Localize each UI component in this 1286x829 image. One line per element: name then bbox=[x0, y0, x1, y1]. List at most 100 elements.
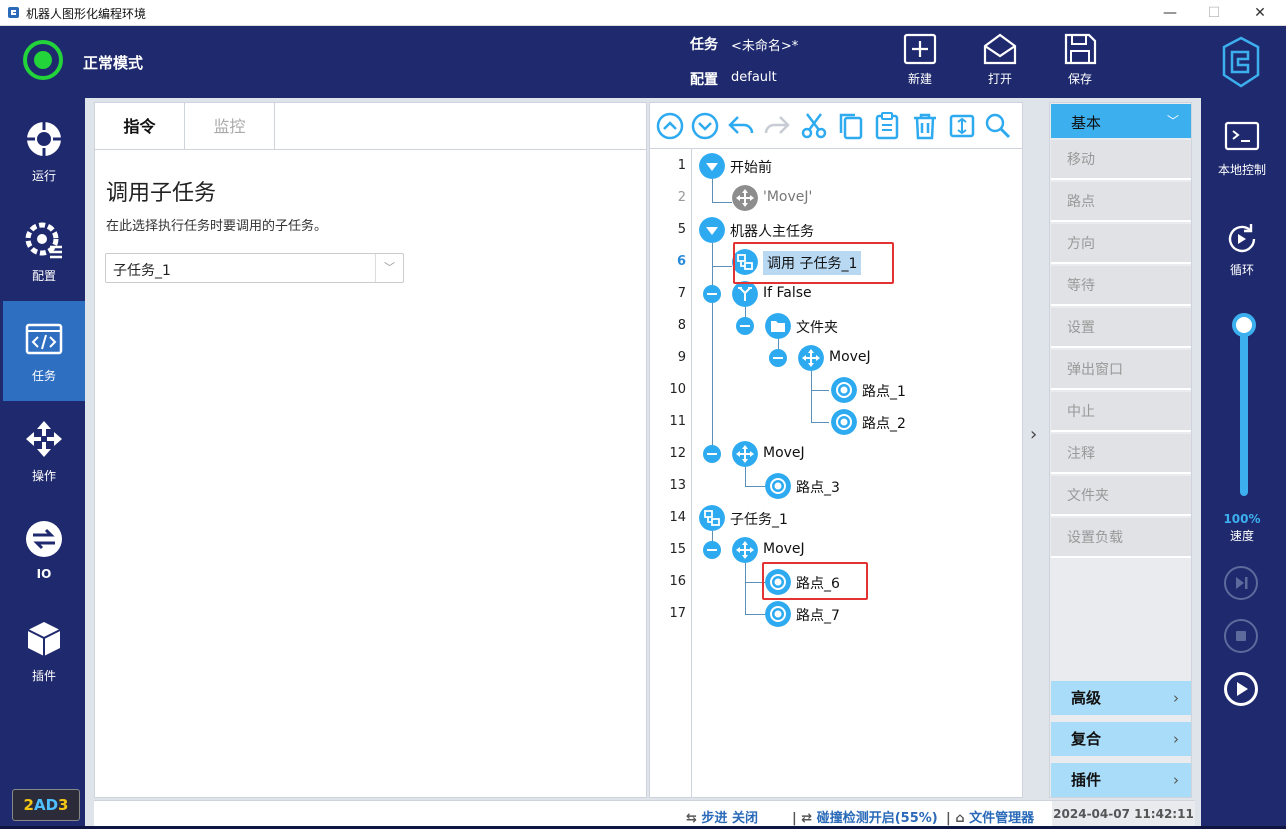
category-item-wait[interactable]: 等待 bbox=[1051, 266, 1191, 306]
app-header: 正常模式 任务 <未命名>* 配置 default 新建 打开 保存 bbox=[0, 26, 1286, 98]
tree-node-label: MoveJ bbox=[763, 445, 805, 461]
collapse-toggle[interactable] bbox=[736, 317, 754, 335]
nav-run[interactable]: 运行 bbox=[3, 101, 85, 201]
tree-node-label: 路点_2 bbox=[862, 416, 906, 432]
config-name: default bbox=[731, 70, 777, 85]
category-item-set[interactable]: 设置 bbox=[1051, 308, 1191, 348]
line-number: 12 bbox=[669, 446, 686, 461]
save-label: 保存 bbox=[1067, 72, 1092, 86]
speed-slider-track[interactable] bbox=[1240, 321, 1248, 496]
delete-icon[interactable] bbox=[910, 111, 940, 141]
category-basic-header[interactable]: 基本 ﹀ bbox=[1051, 104, 1191, 138]
highlight-box bbox=[733, 242, 894, 284]
left-nav: 运行 配置 任务 操作 IO 插件 2AD3 bbox=[3, 101, 85, 826]
chevron-down-icon[interactable]: ﹀ bbox=[375, 254, 403, 282]
speed-label: 速度 bbox=[1229, 529, 1254, 543]
collision-status[interactable]: | ⇄ 碰撞检测开启(55%) bbox=[792, 807, 938, 826]
local-control-label: 本地控制 bbox=[1217, 163, 1266, 177]
category-item-waypoint[interactable]: 路点 bbox=[1051, 182, 1191, 222]
maximize-button[interactable]: ☐ bbox=[1199, 3, 1229, 23]
step-status[interactable]: ⇆ 步进 关闭 bbox=[686, 807, 758, 826]
minimize-button[interactable]: — bbox=[1155, 3, 1185, 23]
copy-icon[interactable] bbox=[836, 111, 866, 141]
instruction-panel: 指令 监控 调用子任务 在此选择执行任务时要调用的子任务。 子任务_1 ﹀ bbox=[94, 102, 647, 798]
folder-icon bbox=[765, 313, 791, 339]
move-icon bbox=[732, 537, 758, 563]
paste-icon[interactable] bbox=[872, 111, 902, 141]
line-number: 13 bbox=[669, 478, 686, 493]
badge-part-c: 3 bbox=[58, 796, 69, 814]
category-advanced[interactable]: 高级 › bbox=[1051, 681, 1191, 715]
category-plugin[interactable]: 插件 › bbox=[1051, 763, 1191, 797]
step-button[interactable] bbox=[1224, 566, 1258, 600]
panel-tabs: 指令 监控 bbox=[95, 103, 646, 150]
tree-node-label: MoveJ bbox=[829, 349, 871, 365]
stop-button[interactable] bbox=[1224, 619, 1258, 653]
undo-icon[interactable] bbox=[726, 111, 756, 141]
subtask-select[interactable]: 子任务_1 ﹀ bbox=[105, 253, 404, 283]
loop-button[interactable]: 循环 bbox=[1201, 221, 1283, 278]
chevron-down-icon[interactable] bbox=[699, 217, 725, 243]
redo-icon[interactable] bbox=[762, 111, 792, 141]
speed-percent: 100% bbox=[1223, 512, 1261, 526]
line-number: 15 bbox=[669, 542, 686, 557]
tree-node-label: 子任务_1 bbox=[730, 512, 788, 528]
open-button[interactable]: 打开 bbox=[975, 32, 1025, 94]
search-icon[interactable] bbox=[983, 111, 1013, 141]
file-manager-text: 文件管理器 bbox=[969, 811, 1035, 826]
up-circle-icon[interactable] bbox=[655, 111, 685, 141]
collapse-toggle[interactable] bbox=[703, 541, 721, 559]
tree-connector bbox=[745, 486, 765, 487]
step-status-text: 步进 关闭 bbox=[701, 811, 758, 826]
badge-part-a: 2 bbox=[23, 796, 34, 814]
subtask-icon bbox=[699, 505, 725, 531]
collision-status-text: 碰撞检测开启(55%) bbox=[816, 811, 938, 826]
tree-connector bbox=[712, 243, 713, 455]
collapse-toggle[interactable] bbox=[703, 285, 721, 303]
category-item-move[interactable]: 移动 bbox=[1051, 140, 1191, 180]
waypoint-icon bbox=[831, 409, 857, 435]
tab-instruction[interactable]: 指令 bbox=[95, 103, 185, 150]
collapse-toggle[interactable] bbox=[703, 445, 721, 463]
open-label: 打开 bbox=[987, 72, 1012, 86]
nav-operate[interactable]: 操作 bbox=[3, 401, 85, 501]
cut-icon[interactable] bbox=[799, 111, 829, 141]
category-composite-label: 复合 bbox=[1071, 730, 1102, 748]
category-item-set-payload[interactable]: 设置负载 bbox=[1051, 518, 1191, 558]
down-circle-icon[interactable] bbox=[690, 111, 720, 141]
category-item-comment[interactable]: 注释 bbox=[1051, 434, 1191, 474]
nav-config[interactable]: 配置 bbox=[3, 201, 85, 301]
task-code-icon bbox=[25, 323, 63, 355]
window-title: 机器人图形化编程环境 bbox=[26, 7, 147, 21]
move-icon bbox=[798, 345, 824, 371]
tab-monitor[interactable]: 监控 bbox=[185, 103, 275, 150]
category-item-halt[interactable]: 中止 bbox=[1051, 392, 1191, 432]
speed-slider-handle[interactable] bbox=[1232, 313, 1256, 337]
chevron-down-icon[interactable] bbox=[699, 153, 725, 179]
expand-icon[interactable] bbox=[947, 111, 977, 141]
new-label: 新建 bbox=[907, 72, 932, 86]
panel-collapse-button[interactable]: › bbox=[1024, 102, 1048, 798]
category-item-direction[interactable]: 方向 bbox=[1051, 224, 1191, 264]
line-number-gutter: 1 2 5 6 7 8 9 10 11 12 13 14 15 16 17 bbox=[650, 149, 692, 797]
nav-plugin[interactable]: 插件 bbox=[3, 601, 85, 701]
chevron-right-icon: › bbox=[1173, 730, 1179, 748]
category-item-popup[interactable]: 弹出窗口 bbox=[1051, 350, 1191, 390]
line-number: 1 bbox=[677, 158, 686, 173]
badge-part-b: AD bbox=[33, 796, 59, 814]
new-button[interactable]: 新建 bbox=[895, 32, 945, 94]
collapse-toggle[interactable] bbox=[769, 349, 787, 367]
close-button[interactable]: ✕ bbox=[1245, 3, 1275, 23]
nav-io[interactable]: IO bbox=[3, 501, 85, 601]
save-button[interactable]: 保存 bbox=[1055, 32, 1105, 94]
page-description: 在此选择执行任务时要调用的子任务。 bbox=[106, 219, 328, 234]
play-button[interactable] bbox=[1224, 672, 1258, 706]
nav-task[interactable]: 任务 bbox=[3, 301, 85, 401]
move-arrows-icon bbox=[26, 421, 62, 457]
category-item-folder[interactable]: 文件夹 bbox=[1051, 476, 1191, 516]
tree-connector bbox=[712, 179, 713, 203]
task-name: <未命名>* bbox=[731, 39, 799, 54]
category-composite[interactable]: 复合 › bbox=[1051, 722, 1191, 756]
file-manager-link[interactable]: | ⌂ 文件管理器 bbox=[946, 807, 1034, 826]
local-control-button[interactable]: 本地控制 bbox=[1201, 121, 1283, 178]
